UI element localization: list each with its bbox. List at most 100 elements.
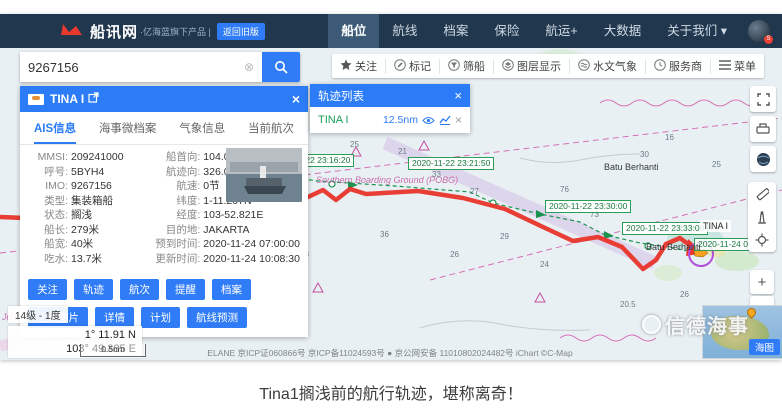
nav-item-3[interactable]: 保险 [481, 14, 532, 48]
toolbar-water[interactable]: 水文气象 [569, 59, 645, 74]
nav-item-5[interactable]: 大数据 [591, 14, 655, 48]
field-value: 2020-11-24 07:00:00 [203, 237, 300, 252]
field-value: 2020-11-24 10:08:30 [203, 252, 300, 267]
toolbar-label: 筛船 [463, 58, 485, 74]
field-label: 呼号: [28, 165, 68, 180]
action-button-航次[interactable]: 航次 [120, 279, 159, 300]
field-value: 9267156 [71, 179, 112, 194]
action-button-计划[interactable]: 计划 [141, 307, 180, 328]
close-icon[interactable]: × [454, 88, 462, 103]
track-timestamp-label: 2020-11-22 23:33:00 [622, 222, 708, 235]
toolbar-label: 菜单 [734, 58, 756, 74]
field-value: 13.7米 [71, 252, 102, 267]
field-row: IMO:9267156 [28, 179, 148, 194]
track-row[interactable]: TINA I 12.5nm × [310, 107, 470, 133]
toolbar-star[interactable]: 关注 [332, 59, 385, 74]
app-screenshot: 船讯网 ·亿海蓝旗下产品 | 返回旧版 船位航线档案保险航运+大数据关于我们 ▾… [0, 14, 782, 360]
toolbar-pencil[interactable]: 标记 [385, 59, 439, 74]
depth-sounding: 76 [560, 185, 569, 194]
toolbar-service[interactable]: 服务商 [645, 59, 710, 74]
ship-map-label: TINA I [700, 220, 731, 232]
nav-item-0[interactable]: 船位 [328, 14, 379, 48]
tab-1[interactable]: 海事微档案 [99, 112, 157, 144]
depth-sounding: 29 [500, 232, 509, 241]
depth-sounding: 25 [350, 140, 359, 149]
ship-name: TINA I [50, 92, 84, 106]
depth-sounding: 36 [380, 230, 389, 239]
field-label: 目的地: [148, 223, 200, 238]
place-name-label: Batu Berhanti [604, 162, 659, 172]
track-timestamp-label: 2020-11-22 23:21:50 [408, 157, 494, 170]
field-label: 航迹向: [148, 165, 200, 180]
remove-track-icon[interactable]: × [455, 113, 462, 127]
nav-item-6[interactable]: 关于我们 ▾ [654, 14, 740, 48]
field-label: 船宽: [28, 237, 68, 252]
open-external-icon[interactable] [88, 92, 99, 106]
nav-menu: 船位航线档案保险航运+大数据关于我们 ▾ [328, 14, 740, 48]
fullscreen-button[interactable] [750, 86, 776, 112]
depth-sounding: 30 [640, 150, 649, 159]
tab-0[interactable]: AIS信息 [34, 112, 76, 144]
toolbar-layers[interactable]: 图层显示 [493, 59, 569, 74]
back-old-version-button[interactable]: 返回旧版 [217, 23, 265, 40]
field-label: 船首向: [148, 150, 200, 165]
eye-icon[interactable] [422, 116, 435, 125]
field-value: 103-52.821E [203, 208, 263, 223]
toolbar-menu[interactable]: 菜单 [710, 59, 764, 74]
tab-2[interactable]: 气象信息 [179, 112, 225, 144]
action-button-提醒[interactable]: 提醒 [166, 279, 205, 300]
field-label: 经度: [148, 208, 200, 223]
clear-search-icon[interactable]: ⊗ [236, 52, 262, 82]
search-input[interactable] [20, 52, 236, 82]
track-panel-header: 轨迹列表 × [310, 84, 470, 107]
nav-item-1[interactable]: 航线 [379, 14, 430, 48]
nav-item-4[interactable]: 航运+ [532, 14, 590, 48]
overview-minimap[interactable]: 海图 [702, 305, 782, 359]
toolbar-label: 图层显示 [517, 58, 561, 74]
action-button-关注[interactable]: 关注 [28, 279, 67, 300]
field-label: 纬度: [148, 194, 200, 209]
ship-search: ⊗ [20, 52, 300, 82]
field-row: 经度:103-52.821E [148, 208, 300, 223]
field-value: 搁浅 [71, 208, 92, 223]
field-row: 船宽:40米 [28, 237, 148, 252]
action-button-详情[interactable]: 详情 [95, 307, 134, 328]
ruler-icon[interactable] [755, 187, 769, 201]
depth-sounding: 26 [680, 290, 689, 299]
zoom-in-button[interactable]: + [750, 270, 774, 294]
field-label: 船长: [28, 223, 68, 238]
search-button[interactable] [262, 52, 300, 82]
track-timestamp-label: 2020-11-22 23:30:00 [545, 200, 631, 213]
print-screenshot-button[interactable] [750, 116, 776, 142]
chart-toggle-button[interactable]: 海图 [749, 339, 780, 355]
globe-mode-button[interactable] [750, 146, 776, 172]
top-navbar: 船讯网 ·亿海蓝旗下产品 | 返回旧版 船位航线档案保险航运+大数据关于我们 ▾… [0, 14, 782, 48]
speed-chart-icon[interactable] [439, 115, 451, 125]
lighthouse-icon[interactable] [756, 210, 768, 224]
latitude-readout: 1° 11.91 N [14, 328, 136, 342]
toolbar-label: 关注 [355, 58, 377, 74]
nautical-chart-map[interactable]: 252133272976733016252426362831242220.526… [0, 48, 782, 360]
brand-name: 船讯网 [90, 21, 138, 42]
action-button-轨迹[interactable]: 轨迹 [74, 279, 113, 300]
tab-3[interactable]: 当前航次 [248, 112, 294, 144]
locate-icon[interactable] [755, 233, 769, 247]
depth-sounding: 25 [712, 160, 721, 169]
action-button-档案[interactable]: 档案 [212, 279, 251, 300]
menu-icon [719, 60, 731, 73]
close-icon[interactable]: × [292, 91, 300, 107]
pencil-icon [394, 59, 406, 74]
user-avatar[interactable]: S [748, 20, 770, 42]
depth-sounding: 20.5 [620, 300, 636, 309]
toolbar-funnel[interactable]: 筛船 [439, 59, 493, 74]
action-button-航线预测[interactable]: 航线预测 [187, 307, 247, 328]
ship-photo[interactable] [226, 148, 302, 202]
service-icon [654, 59, 666, 74]
ais-info-body: MMSI:209241000呼号:5BYH4IMO:9267156类型:集装箱船… [20, 145, 308, 266]
depth-sounding: 24 [540, 260, 549, 269]
nav-item-2[interactable]: 档案 [430, 14, 481, 48]
ship-panel-tabs: AIS信息海事微档案气象信息当前航次 [20, 112, 308, 145]
field-value: 40米 [71, 237, 93, 252]
chart-area-name: Southern Boarding Ground (POBG) [316, 175, 458, 185]
depth-sounding: 26 [450, 250, 459, 259]
